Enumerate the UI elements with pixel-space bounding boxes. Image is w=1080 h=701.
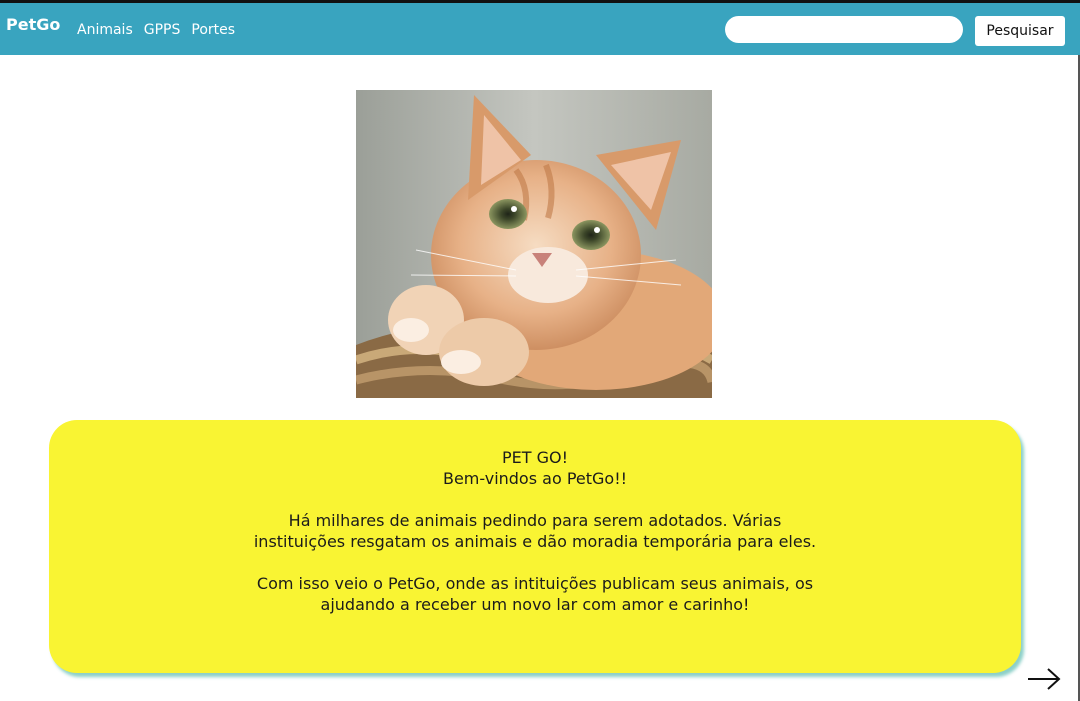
welcome-card: PET GO! Bem-vindos ao PetGo!! Há milhare… [49, 420, 1021, 673]
brand-logo[interactable]: PetGo [6, 15, 60, 34]
top-navigation-bar: PetGo Animais GPPS Portes Pesquisar [0, 0, 1080, 55]
nav-link-portes[interactable]: Portes [191, 22, 235, 38]
arrow-right-icon[interactable] [1026, 666, 1062, 692]
card-paragraph-intro: Há milhares de animais pedindo para sere… [253, 511, 817, 551]
card-subtitle: Bem-vindos ao PetGo!! [442, 469, 628, 488]
nav-link-animais[interactable]: Animais [77, 22, 133, 38]
search-button[interactable]: Pesquisar [975, 16, 1065, 46]
nav-link-gpps[interactable]: GPPS [144, 22, 181, 38]
hero-cat-image [356, 90, 712, 398]
card-paragraph-mission: Com isso veio o PetGo, onde as intituiçõ… [256, 574, 814, 614]
main-nav: Animais GPPS Portes [77, 22, 246, 38]
search-input[interactable] [725, 16, 963, 43]
card-title: PET GO! [501, 448, 569, 467]
